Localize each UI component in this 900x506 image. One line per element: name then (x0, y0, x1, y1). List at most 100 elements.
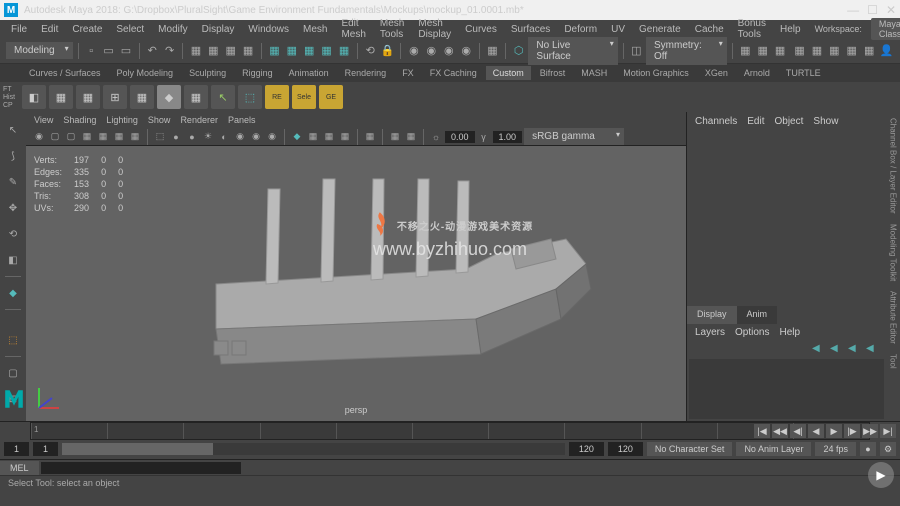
shelf-small-hist[interactable]: Hist (3, 94, 15, 101)
shelf-tab-bifrost[interactable]: Bifrost (533, 66, 573, 80)
rotate-tool[interactable]: ⟲ (3, 224, 23, 244)
range-slider[interactable] (62, 443, 565, 455)
shelf-icon[interactable]: ▦ (49, 85, 73, 109)
play-start-field[interactable]: 1 (33, 442, 58, 456)
save-scene-icon[interactable]: ▭ (118, 42, 133, 60)
vp-icon[interactable]: ▦ (338, 130, 352, 144)
vp-menu-show[interactable]: Show (148, 115, 171, 125)
redo-icon[interactable]: ↷ (162, 42, 177, 60)
symmetry-icon[interactable]: ◫ (629, 42, 644, 60)
shelf-tab-rendering[interactable]: Rendering (338, 66, 394, 80)
vp-icon[interactable]: ◉ (233, 130, 247, 144)
menu-edit[interactable]: Edit (36, 22, 63, 37)
layer-new-icon[interactable]: ◀ (812, 343, 826, 355)
layer-menu-help[interactable]: Help (779, 327, 800, 338)
character-set-dropdown[interactable]: No Character Set (647, 442, 733, 456)
vp-light-icon[interactable]: ☀ (201, 130, 215, 144)
play-end-field[interactable]: 120 (569, 442, 604, 456)
render-settings-icon[interactable]: ◉ (441, 42, 456, 60)
scale-tool[interactable]: ◧ (3, 250, 23, 270)
toggle-icon[interactable]: ▦ (738, 42, 753, 60)
render-view-icon[interactable]: ◉ (458, 42, 473, 60)
vp-textured-icon[interactable]: ● (185, 130, 199, 144)
command-lang-dropdown[interactable]: MEL (0, 461, 39, 475)
shelf-icon[interactable]: ◧ (22, 85, 46, 109)
new-scene-icon[interactable]: ▫ (83, 42, 98, 60)
toggle-icon[interactable]: ▦ (755, 42, 770, 60)
cb-menu-object[interactable]: Object (775, 116, 804, 124)
menu-curves[interactable]: Curves (460, 22, 502, 37)
shelf-folder-ge[interactable]: GE (319, 85, 343, 109)
vp-icon[interactable]: ▦ (404, 130, 418, 144)
undo-icon[interactable]: ↶ (145, 42, 160, 60)
shelf-tab-fx-caching[interactable]: FX Caching (423, 66, 484, 80)
vp-bookmark-icon[interactable]: ▢ (48, 130, 62, 144)
shelf-folder-sele[interactable]: Sele (292, 85, 316, 109)
render-icon[interactable]: ◉ (406, 42, 421, 60)
layer-move-up-icon[interactable]: ◀ (848, 343, 862, 355)
vp-gamma-value[interactable]: 1.00 (493, 131, 523, 143)
sidebar-tab-tool[interactable]: Tool (889, 354, 898, 369)
menu-display[interactable]: Display (197, 22, 240, 37)
layer-tab-display[interactable]: Display (687, 306, 737, 324)
shelf-icon[interactable]: ⬚ (238, 85, 262, 109)
vp-menu-view[interactable]: View (34, 115, 53, 125)
shelf-tab-turtle[interactable]: TURTLE (779, 66, 828, 80)
vp-menu-renderer[interactable]: Renderer (180, 115, 218, 125)
vp-colorspace-dropdown[interactable]: sRGB gamma (524, 128, 624, 145)
viewport[interactable]: Verts:19700 Edges:33500 Faces:15300 Tris… (26, 146, 686, 421)
symmetry-dropdown[interactable]: Symmetry: Off (646, 37, 727, 65)
sidebar-tab-channel-box[interactable]: Channel Box / Layer Editor (889, 118, 898, 214)
vp-wireframe-icon[interactable]: ⬚ (153, 130, 167, 144)
menu-mesh-tools[interactable]: Mesh Tools (375, 16, 409, 42)
single-pane-icon[interactable]: ▢ (3, 363, 23, 383)
vp-icon[interactable]: ▢ (64, 130, 78, 144)
play-forward-button[interactable]: ▶ (826, 424, 842, 438)
menu-uv[interactable]: UV (606, 22, 630, 37)
snap-grid-icon[interactable]: ▦ (267, 42, 282, 60)
step-forward-button[interactable]: ▶▶ (862, 424, 878, 438)
sidebar-tab-modeling-toolkit[interactable]: Modeling Toolkit (889, 224, 898, 281)
select-mode-icon[interactable]: ▦ (188, 42, 203, 60)
account-icon[interactable]: 👤 (879, 42, 894, 60)
hypershade-icon[interactable]: ▦ (792, 42, 807, 60)
shelf-icon[interactable]: ◆ (157, 85, 181, 109)
outliner-icon[interactable]: ⬚ (3, 330, 23, 350)
go-end-button[interactable]: ▶| (880, 424, 896, 438)
shelf-tab-xgen[interactable]: XGen (698, 66, 735, 80)
live-surface-dropdown[interactable]: No Live Surface (528, 37, 617, 65)
layer-menu-options[interactable]: Options (735, 327, 769, 338)
lock-icon[interactable]: 🔒 (380, 42, 395, 60)
shelf-folder-re[interactable]: RE (265, 85, 289, 109)
vp-icon[interactable]: ▦ (96, 130, 110, 144)
vp-icon[interactable]: ▦ (388, 130, 402, 144)
prev-key-button[interactable]: ◀| (790, 424, 806, 438)
snap-plane-icon[interactable]: ▦ (319, 42, 334, 60)
auto-key-button[interactable]: ● (860, 442, 876, 456)
menu-modify[interactable]: Modify (153, 22, 192, 37)
vp-icon[interactable]: ▦ (363, 130, 377, 144)
move-tool[interactable]: ✥ (3, 198, 23, 218)
prefs-button[interactable]: ⚙ (880, 442, 896, 456)
vp-menu-lighting[interactable]: Lighting (106, 115, 138, 125)
close-button[interactable]: ✕ (886, 3, 896, 17)
snap-point-icon[interactable]: ▦ (302, 42, 317, 60)
outliner-icon[interactable]: ▦ (809, 42, 824, 60)
shelf-tab-rigging[interactable]: Rigging (235, 66, 280, 80)
magnet-icon[interactable]: ⬡ (511, 42, 526, 60)
command-input[interactable] (41, 462, 241, 474)
shelf-tab-poly[interactable]: Poly Modeling (110, 66, 181, 80)
snap-curve-icon[interactable]: ▦ (284, 42, 299, 60)
cb-menu-channels[interactable]: Channels (695, 116, 737, 124)
maximize-button[interactable]: ☐ (867, 3, 878, 17)
vp-icon[interactable]: ▦ (322, 130, 336, 144)
vp-shaded-icon[interactable]: ● (169, 130, 183, 144)
select-component-icon[interactable]: ▦ (240, 42, 255, 60)
shelf-tab-animation[interactable]: Animation (282, 66, 336, 80)
construction-history-icon[interactable]: ⟲ (363, 42, 378, 60)
layer-new-empty-icon[interactable]: ◀ (830, 343, 844, 355)
snap-live-icon[interactable]: ▦ (336, 42, 351, 60)
shelf-tab-sculpting[interactable]: Sculpting (182, 66, 233, 80)
shelf-icon[interactable]: ▦ (130, 85, 154, 109)
play-back-button[interactable]: ◀ (808, 424, 824, 438)
